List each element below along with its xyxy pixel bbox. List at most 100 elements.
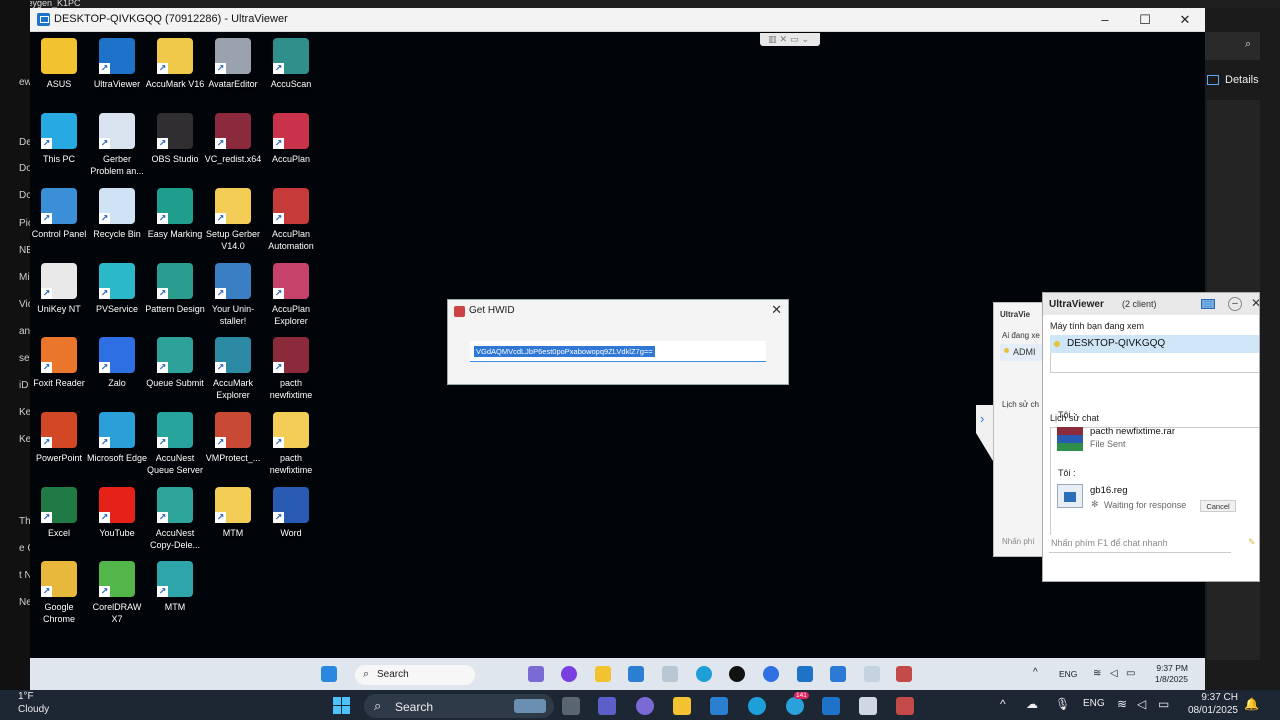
desktop-icon[interactable]: pacth newfixtime: [260, 337, 322, 401]
remote-search-box[interactable]: ⌕ Search: [355, 665, 475, 685]
rar-file-icon[interactable]: [1057, 427, 1083, 451]
side-panel-input[interactable]: Nhấn phí: [1002, 537, 1034, 546]
desktop-icon[interactable]: Word: [260, 487, 322, 539]
minimize-button[interactable]: –: [1085, 8, 1125, 32]
desktop-icon[interactable]: This PC: [28, 113, 90, 165]
remote-toolbar[interactable]: ▥✕▭⌄: [760, 33, 820, 46]
desktop-icon[interactable]: Queue Submit: [144, 337, 206, 389]
maximize-button[interactable]: ☐: [1125, 8, 1165, 32]
weather-widget[interactable]: 1°F Cloudy: [18, 690, 49, 716]
app-icon[interactable]: [864, 666, 880, 682]
monitor-icon[interactable]: [1201, 299, 1215, 309]
desktop-icon[interactable]: Easy Marking: [144, 188, 206, 240]
host-language[interactable]: ENG: [1083, 698, 1105, 709]
desktop-icon[interactable]: AccuScan: [260, 38, 322, 90]
file-explorer-icon[interactable]: [595, 666, 611, 682]
desktop-icon[interactable]: UniKey NT: [28, 263, 90, 315]
chat-minimize-button[interactable]: –: [1228, 297, 1242, 311]
desktop-icon[interactable]: MTM: [144, 561, 206, 613]
desktop-icon[interactable]: pacth newfixtime: [260, 412, 322, 476]
reg-file-icon[interactable]: [1057, 484, 1083, 508]
desktop-icon[interactable]: AccuNest Copy-Dele...: [144, 487, 206, 551]
desktop-icon[interactable]: AccuMark Explorer: [202, 337, 264, 401]
desktop-icon[interactable]: VC_redist.x64: [202, 113, 264, 165]
desktop-icon[interactable]: Foxit Reader: [28, 337, 90, 389]
desktop-icon[interactable]: Recycle Bin: [86, 188, 148, 240]
chat-input[interactable]: Nhấn phím F1 để chat nhanh: [1049, 535, 1231, 553]
desktop-icon[interactable]: AccuPlan: [260, 113, 322, 165]
desktop-icon[interactable]: ASUS: [28, 38, 90, 90]
cancel-transfer-button[interactable]: Cancel: [1200, 500, 1236, 512]
desktop-icon[interactable]: CorelDRAW X7: [86, 561, 148, 625]
viewing-computer-row[interactable]: DESKTOP-QIVKGQQ: [1050, 335, 1259, 353]
host-sidebar-fragment[interactable]: an: [19, 326, 30, 337]
messenger-icon[interactable]: [561, 666, 577, 682]
ultraviewer-icon[interactable]: [822, 697, 840, 715]
desktop-icon[interactable]: Google Chrome: [28, 561, 90, 625]
desktop-icon[interactable]: YouTube: [86, 487, 148, 539]
copilot-icon[interactable]: [528, 666, 544, 682]
host-search-box[interactable]: ⌕: [1205, 32, 1260, 60]
send-icon[interactable]: ✎: [1248, 537, 1258, 547]
ultraviewer-icon[interactable]: [797, 666, 813, 682]
desktop-icon[interactable]: VMProtect_...: [202, 412, 264, 464]
side-panel-collapse-tab[interactable]: ›: [976, 405, 993, 461]
desktop-icon[interactable]: Zalo: [86, 337, 148, 389]
desktop-icon[interactable]: PowerPoint: [28, 412, 90, 464]
task-view-icon[interactable]: [562, 697, 580, 715]
desktop-icon[interactable]: AccuPlan Automation: [260, 188, 322, 252]
notification-bell-icon[interactable]: 🔔: [1244, 697, 1259, 711]
desktop-icon[interactable]: Your Unin-staller!: [202, 263, 264, 327]
close-button[interactable]: ✕: [1165, 8, 1205, 32]
desktop-icon[interactable]: Excel: [28, 487, 90, 539]
onedrive-icon[interactable]: ☁: [1026, 697, 1038, 711]
desktop-icon[interactable]: Control Panel: [28, 188, 90, 240]
windows-start-icon[interactable]: [321, 666, 337, 682]
copilot-icon[interactable]: [636, 697, 654, 715]
chevron-up-icon[interactable]: ^: [1033, 667, 1038, 678]
volume-icon[interactable]: ◁: [1137, 697, 1146, 711]
defender-icon[interactable]: [830, 666, 846, 682]
message-file-name[interactable]: pacth newfixtime.rar: [1090, 426, 1175, 437]
desktop-icon[interactable]: Microsoft Edge: [86, 412, 148, 464]
desktop-icon[interactable]: Setup Gerber V14.0: [202, 188, 264, 252]
message-file-name[interactable]: gb16.reg: [1090, 485, 1128, 496]
remote-language[interactable]: ENG: [1059, 669, 1077, 679]
chat-close-button[interactable]: ✕: [1251, 296, 1259, 310]
window-titlebar[interactable]: DESKTOP-QIVKGQQ (70912286) - UltraViewer…: [30, 8, 1205, 32]
desktop-icon[interactable]: OBS Studio: [144, 113, 206, 165]
remote-clock[interactable]: 9:37 PM 1/8/2025: [1148, 663, 1188, 685]
desktop-icon[interactable]: AccuMark V16: [144, 38, 206, 90]
network-icon[interactable]: ≋: [1093, 668, 1101, 679]
battery-icon[interactable]: ▭: [1158, 697, 1169, 711]
network-icon[interactable]: ≋: [1117, 697, 1127, 711]
remote-desktop[interactable]: ▥✕▭⌄ ASUS UltraViewer AccuMark V16AvatarEd…: [28, 32, 1260, 658]
side-panel-admin[interactable]: ADMI: [1013, 347, 1036, 357]
details-toggle[interactable]: Details: [1205, 74, 1280, 94]
teams-icon[interactable]: [598, 697, 616, 715]
battery-icon[interactable]: ▭: [1126, 668, 1135, 679]
edge-icon[interactable]: [696, 666, 712, 682]
edge-icon[interactable]: [748, 697, 766, 715]
chevron-up-icon[interactable]: ^: [1000, 697, 1006, 711]
microphone-icon[interactable]: 🎙: [1055, 697, 1070, 711]
desktop-icon[interactable]: Gerber Problem an...: [86, 113, 148, 177]
app-icon[interactable]: [662, 666, 678, 682]
windows-start-icon[interactable]: [333, 697, 350, 714]
tiktok-icon[interactable]: [729, 666, 745, 682]
desktop-icon[interactable]: AccuPlan Explorer: [260, 263, 322, 327]
hwid-field[interactable]: VGdAQMVcdLJbP6est0poPxabowopq9ZLVdklZ7g=…: [470, 341, 766, 362]
desktop-icon[interactable]: MTM: [202, 487, 264, 539]
host-search-box[interactable]: ⌕ Search: [364, 694, 554, 718]
host-clock[interactable]: 9:37 CH 08/01/2025: [1186, 691, 1238, 717]
desktop-icon[interactable]: UltraViewer: [86, 38, 148, 90]
desktop-icon[interactable]: PVService: [86, 263, 148, 315]
chat-header[interactable]: UltraViewer (2 client) – ✕: [1043, 293, 1259, 315]
desktop-icon[interactable]: AccuNest Queue Server: [144, 412, 206, 476]
dialog-close-button[interactable]: ✕: [771, 302, 782, 318]
app-icon[interactable]: [859, 697, 877, 715]
file-explorer-icon[interactable]: [673, 697, 691, 715]
zalo-icon[interactable]: [763, 666, 779, 682]
accuplan-icon[interactable]: [896, 697, 914, 715]
volume-icon[interactable]: ◁: [1110, 668, 1118, 679]
